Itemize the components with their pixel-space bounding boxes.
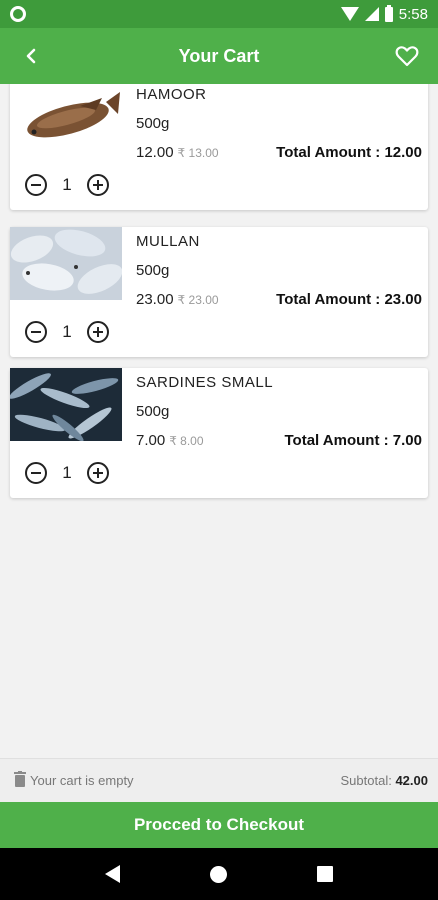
item-weight: 500g	[136, 115, 170, 132]
item-price-row: 12.00 ₹ 13.00	[136, 144, 219, 161]
cart-item: HAMOOR 500g 12.00 ₹ 13.00 Total Amount : …	[10, 84, 428, 210]
item-weight: 500g	[136, 262, 170, 279]
checkout-button[interactable]: Procced to Checkout	[0, 802, 438, 848]
item-mrp: ₹ 8.00	[169, 434, 204, 448]
item-total: Total Amount : 23.00	[276, 291, 422, 308]
back-button[interactable]	[0, 28, 62, 84]
quantity-stepper: 1	[24, 173, 110, 197]
delete-icon	[14, 771, 26, 787]
item-price: 7.00	[136, 432, 166, 449]
item-name: MULLAN	[136, 233, 200, 250]
product-image-sardines	[10, 368, 122, 441]
item-weight: 500g	[136, 403, 170, 420]
product-image-hamoor	[10, 84, 122, 153]
item-name: SARDINES SMALL	[136, 374, 274, 391]
quantity-value: 1	[62, 175, 72, 194]
minus-circle-icon	[25, 321, 47, 343]
quantity-value: 1	[62, 463, 72, 482]
trash-icon[interactable]	[14, 771, 26, 790]
heart-icon	[395, 46, 419, 67]
app-bar: Your Cart	[0, 28, 438, 84]
cart-item: SARDINES SMALL 500g 7.00 ₹ 8.00 Total Amo…	[10, 368, 428, 498]
minus-circle-icon	[25, 174, 47, 196]
favorites-button[interactable]	[376, 28, 438, 84]
quantity-stepper: 1	[24, 461, 110, 485]
decrease-button[interactable]	[24, 461, 48, 485]
cart-summary-bar: Your cart is empty Subtotal: 42.00	[0, 758, 438, 802]
item-mrp: ₹ 13.00	[177, 146, 219, 160]
item-price-row: 23.00 ₹ 23.00	[136, 291, 219, 308]
subtotal-label: Subtotal:	[340, 773, 392, 788]
quantity-value: 1	[62, 322, 72, 341]
status-time: 5:58	[398, 5, 428, 23]
status-right: 5:58	[340, 4, 428, 23]
item-total: Total Amount : 12.00	[276, 144, 422, 161]
cart-item: MULLAN 500g 23.00 ₹ 23.00 Total Amount : …	[10, 227, 428, 357]
nav-recents-icon[interactable]	[317, 866, 333, 882]
signal-icon	[364, 7, 379, 21]
plus-circle-icon	[87, 321, 109, 343]
subtotal-value: 42.00	[395, 773, 428, 788]
item-price: 23.00	[136, 291, 174, 308]
system-nav-bar	[0, 848, 438, 900]
increase-button[interactable]	[86, 320, 110, 344]
decrease-button[interactable]	[24, 320, 48, 344]
item-mrp: ₹ 23.00	[177, 293, 219, 307]
nav-back-icon[interactable]	[105, 865, 120, 883]
item-name: HAMOOR	[136, 86, 207, 103]
back-arrow-icon	[26, 48, 36, 64]
page-title: Your Cart	[178, 45, 260, 66]
plus-circle-icon	[87, 174, 109, 196]
item-price-row: 7.00 ₹ 8.00	[136, 432, 204, 449]
empty-cart-label[interactable]: Your cart is empty	[30, 773, 134, 788]
cart-list[interactable]: HAMOOR 500g 12.00 ₹ 13.00 Total Amount : …	[0, 84, 438, 758]
status-bar: 5:58	[0, 0, 438, 28]
item-price: 12.00	[136, 144, 174, 161]
subtotal: Subtotal: 42.00	[341, 773, 429, 788]
increase-button[interactable]	[86, 173, 110, 197]
decrease-button[interactable]	[24, 173, 48, 197]
wifi-icon	[340, 7, 359, 21]
minus-circle-icon	[25, 462, 47, 484]
notification-icon	[10, 6, 26, 22]
increase-button[interactable]	[86, 461, 110, 485]
item-total: Total Amount : 7.00	[284, 432, 422, 449]
product-image-mullan	[10, 227, 122, 300]
battery-icon	[384, 4, 393, 22]
plus-circle-icon	[87, 462, 109, 484]
quantity-stepper: 1	[24, 320, 110, 344]
nav-home-icon[interactable]	[210, 865, 227, 883]
